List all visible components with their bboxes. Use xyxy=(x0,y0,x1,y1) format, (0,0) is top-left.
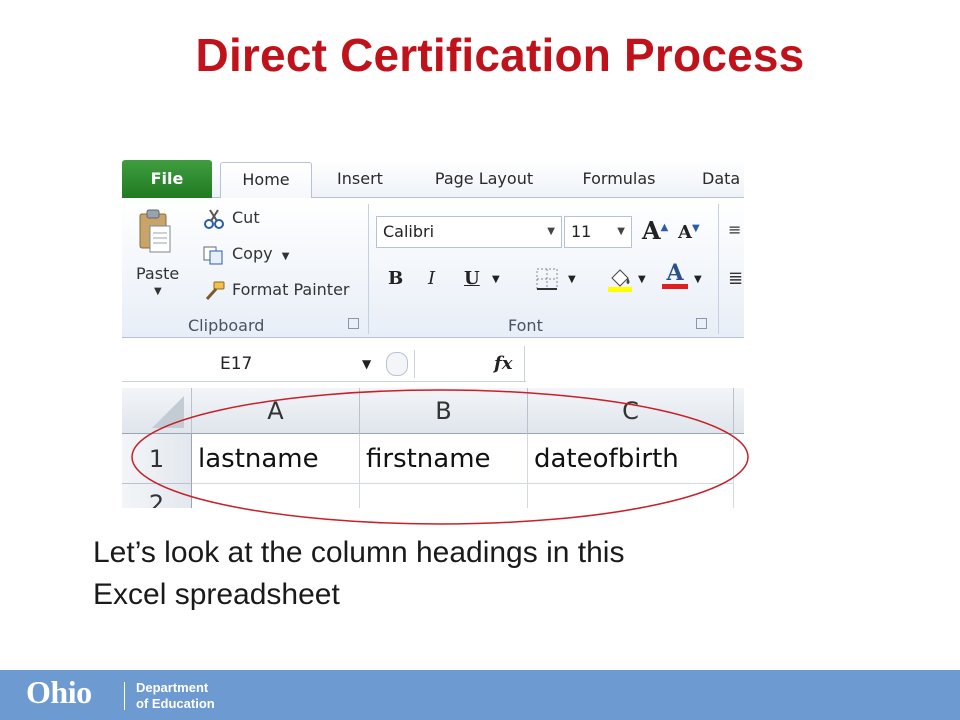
footer-divider xyxy=(124,682,125,710)
highlight-oval xyxy=(131,389,749,525)
bold-button[interactable]: B xyxy=(388,268,403,289)
align-left-icon[interactable]: ≣ xyxy=(728,268,743,289)
copy-dropdown-arrow[interactable]: ▼ xyxy=(282,251,290,262)
cut-label: Cut xyxy=(232,208,260,227)
italic-button[interactable]: I xyxy=(428,268,435,289)
caret-up-icon: ▲ xyxy=(660,222,669,233)
formula-bar-grip-icon[interactable] xyxy=(386,352,408,376)
scissors-icon xyxy=(202,208,226,229)
paste-dropdown-arrow[interactable]: ▼ xyxy=(154,286,162,297)
chevron-down-icon: ▼ xyxy=(547,226,555,237)
footer-bar: Ohio Department of Education xyxy=(0,670,960,720)
tab-file[interactable]: File xyxy=(122,160,212,198)
borders-icon[interactable] xyxy=(536,268,558,294)
font-name-combo[interactable]: Calibri ▼ xyxy=(376,216,562,248)
caption-line-2: Excel spreadsheet xyxy=(93,578,340,611)
caption-line-1: Let’s look at the column headings in thi… xyxy=(93,536,625,569)
borders-dropdown-arrow[interactable]: ▼ xyxy=(568,274,576,285)
formula-bar-divider xyxy=(414,350,415,378)
formula-bar-row: E17 ▼ fx xyxy=(122,346,744,382)
formula-bar-divider xyxy=(524,346,525,382)
font-size-value: 11 xyxy=(571,222,592,241)
font-color-button[interactable]: A xyxy=(662,260,688,289)
paintbrush-icon xyxy=(202,281,226,301)
font-size-combo[interactable]: 11 ▼ xyxy=(564,216,632,248)
caret-down-icon: ▼ xyxy=(691,223,700,234)
clipboard-group-label: Clipboard xyxy=(188,316,265,335)
fill-color-icon[interactable] xyxy=(606,264,634,296)
align-top-icon[interactable]: ≡ xyxy=(728,220,741,239)
fill-color-dropdown-arrow[interactable]: ▼ xyxy=(638,274,646,285)
ribbon: Paste ▼ Cut Copy ▼ Format Painter Clipbo… xyxy=(122,198,744,338)
slide-caption: Let’s look at the column headings in thi… xyxy=(93,532,913,616)
slide-title: Direct Certification Process xyxy=(195,29,805,81)
paste-button[interactable]: Paste xyxy=(136,264,179,283)
format-painter-label: Format Painter xyxy=(232,280,350,299)
font-name-value: Calibri xyxy=(383,222,435,241)
tab-data[interactable]: Data xyxy=(702,168,744,198)
name-box[interactable]: E17 xyxy=(122,346,384,382)
tab-home[interactable]: Home xyxy=(220,162,312,199)
name-box-dropdown-arrow[interactable]: ▼ xyxy=(362,346,371,382)
paste-icon[interactable] xyxy=(138,208,172,254)
copy-button[interactable]: Copy ▼ xyxy=(202,244,289,265)
underline-dropdown-arrow[interactable]: ▼ xyxy=(492,274,500,285)
fx-icon[interactable]: fx xyxy=(494,346,512,382)
cut-button[interactable]: Cut xyxy=(202,208,260,229)
font-color-label: A xyxy=(666,260,684,286)
ribbon-divider xyxy=(718,204,719,334)
font-color-dropdown-arrow[interactable]: ▼ xyxy=(694,274,702,285)
ribbon-tab-bar: File Home Insert Page Layout Formulas Da… xyxy=(122,160,744,199)
shrink-font-label: A xyxy=(678,222,692,243)
underline-button[interactable]: U xyxy=(464,268,480,289)
grow-font-button[interactable]: A▲ xyxy=(642,216,668,245)
grow-font-label: A xyxy=(642,216,661,245)
clipboard-launcher-icon[interactable] xyxy=(348,318,359,329)
department-line-2: of Education xyxy=(136,696,215,711)
ohio-logo: Ohio xyxy=(26,674,92,710)
shrink-font-button[interactable]: A▼ xyxy=(678,222,700,243)
tab-page-layout[interactable]: Page Layout xyxy=(428,168,540,198)
font-group-label: Font xyxy=(508,316,543,335)
chevron-down-icon: ▼ xyxy=(617,226,625,237)
formula-input[interactable] xyxy=(526,346,744,382)
copy-label: Copy xyxy=(232,244,273,263)
department-line-1: Department xyxy=(136,680,209,695)
copy-icon xyxy=(202,245,226,265)
tab-formulas[interactable]: Formulas xyxy=(578,168,660,198)
ribbon-divider xyxy=(368,204,369,334)
tab-insert[interactable]: Insert xyxy=(334,168,386,198)
format-painter-button[interactable]: Format Painter xyxy=(202,280,349,301)
font-launcher-icon[interactable] xyxy=(696,318,707,329)
